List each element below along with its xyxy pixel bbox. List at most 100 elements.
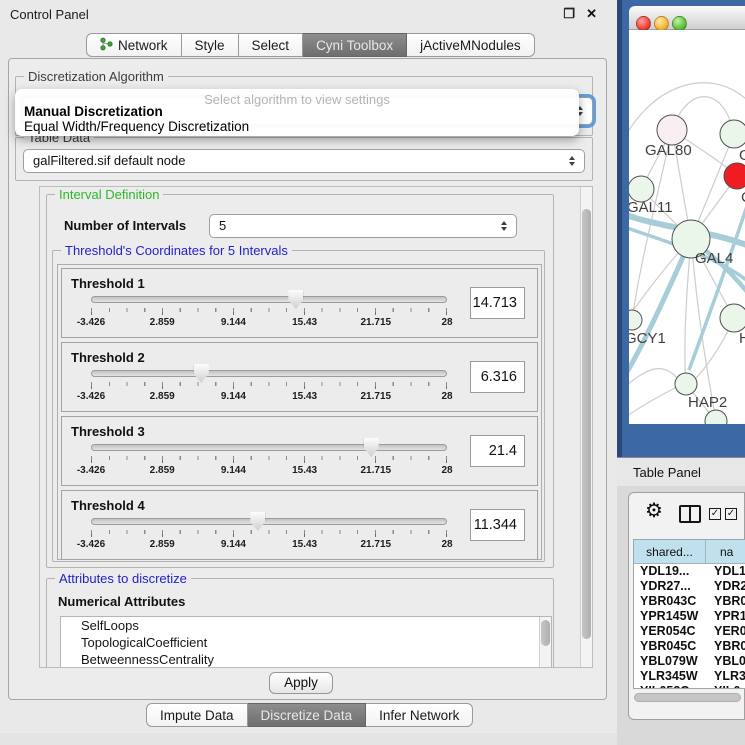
apply-button[interactable]: Apply: [269, 672, 333, 694]
popup-option-equal-width-frequency[interactable]: Equal Width/Frequency Discretization: [24, 119, 249, 134]
table-cell[interactable]: YDR27...: [634, 579, 706, 594]
threshold-value-field[interactable]: 6.316: [470, 361, 525, 393]
numerical-attribute-item[interactable]: TopologicalCoefficient: [61, 634, 551, 651]
table-cell[interactable]: YPR1: [706, 609, 745, 624]
minimize-traffic-light-icon[interactable]: [654, 16, 669, 31]
table-cell[interactable]: YBR0: [706, 639, 745, 654]
combo-arrows-icon: [569, 153, 577, 169]
control-panel-window: Control Panel ❐ ✕ Network Style Select C…: [0, 0, 617, 733]
network-node[interactable]: [724, 163, 745, 189]
zoom-traffic-light-icon[interactable]: [672, 16, 687, 31]
threshold-value-field[interactable]: 21.4: [470, 435, 525, 467]
node-attribute-table[interactable]: shared... na YDL19...YDL1YDR27...YDR2YBR…: [633, 539, 745, 689]
tick-label: 21.715: [361, 539, 392, 550]
tab-style[interactable]: Style: [182, 33, 239, 57]
tab-infer-network[interactable]: Infer Network: [366, 703, 473, 727]
slider-thumb[interactable]: [250, 512, 265, 531]
float-window-icon[interactable]: ❐: [563, 6, 575, 22]
table-row[interactable]: YBR043CYBR0: [634, 594, 745, 609]
table-row[interactable]: YBR045CYBR0: [634, 639, 745, 654]
slider-thumb[interactable]: [288, 290, 303, 309]
checkbox-icon[interactable]: ✓: [709, 508, 721, 520]
table-panel: ⚙ ✓ ✓ shared... na YDL19...YDL1YDR27...Y…: [628, 492, 745, 720]
numerical-attribute-item[interactable]: BetweennessCentrality: [61, 651, 551, 668]
network-node[interactable]: [720, 120, 745, 148]
column-header-name[interactable]: na: [706, 540, 745, 563]
network-node[interactable]: [657, 115, 687, 145]
table-cell[interactable]: YER0: [706, 624, 745, 639]
table-cell[interactable]: YDL1: [706, 564, 745, 579]
table-cell[interactable]: YIL052C: [634, 684, 706, 689]
algorithm-dropdown-popup: Select algorithm to view settings Manual…: [15, 89, 579, 136]
network-node[interactable]: [720, 304, 745, 332]
slider-tick-labels: -3.4262.8599.14415.4321.71528: [91, 539, 447, 551]
table-row[interactable]: YLR345WYLR3: [634, 669, 745, 684]
tick-label: 9.144: [221, 317, 246, 328]
table-cell[interactable]: YBL079W: [634, 654, 706, 669]
threshold-slider[interactable]: [91, 444, 447, 451]
threshold-value-field[interactable]: 11.344: [470, 509, 525, 541]
network-node[interactable]: [629, 310, 642, 330]
network-node[interactable]: [675, 373, 697, 395]
tab-label: Discretize Data: [261, 708, 353, 723]
tab-select[interactable]: Select: [239, 33, 304, 57]
table-row[interactable]: YIL052CYIL0: [634, 684, 745, 689]
table-cell[interactable]: YBR0: [706, 594, 745, 609]
tick-label: 15.43: [292, 391, 317, 402]
slider-thumb[interactable]: [364, 438, 379, 457]
table-cell[interactable]: YLR345W: [634, 669, 706, 684]
network-canvas[interactable]: GAL80GCGAL11GAL4GCY1HHAP2: [629, 30, 745, 424]
slider-thumb[interactable]: [194, 364, 209, 383]
table-data-combobox[interactable]: galFiltered.sif default node: [23, 149, 585, 173]
scrollbar-thumb[interactable]: [582, 209, 591, 639]
table-row[interactable]: YDL19...YDL1: [634, 564, 745, 579]
tab-label: Style: [195, 38, 225, 53]
close-traffic-light-icon[interactable]: [636, 16, 651, 31]
tick-label: 21.715: [361, 465, 392, 476]
table-row[interactable]: YER054CYER0: [634, 624, 745, 639]
column-header-shared-name[interactable]: shared...: [634, 540, 706, 563]
threshold-value-field[interactable]: 14.713: [470, 287, 525, 319]
horizontal-scrollbar[interactable]: [634, 693, 741, 702]
scrollbar-thumb[interactable]: [541, 620, 550, 646]
table-row[interactable]: YBL079WYBL0: [634, 654, 745, 669]
table-row[interactable]: YPR145WYPR1: [634, 609, 745, 624]
table-cell[interactable]: YDL19...: [634, 564, 706, 579]
list-scrollbar[interactable]: [539, 617, 551, 668]
threshold-slider[interactable]: [91, 518, 447, 525]
tick-label: -3.426: [77, 539, 105, 550]
threshold-slider[interactable]: [91, 370, 447, 377]
gear-icon[interactable]: ⚙: [645, 501, 663, 521]
close-window-icon[interactable]: ✕: [586, 6, 597, 22]
table-cell[interactable]: YIL0: [706, 684, 745, 689]
numerical-attribute-item[interactable]: SelfLoops: [61, 617, 551, 634]
threshold-slider[interactable]: [91, 296, 447, 303]
tab-cyni-toolbox[interactable]: Cyni Toolbox: [303, 33, 407, 57]
table-cell[interactable]: YPR145W: [634, 609, 706, 624]
tab-network[interactable]: Network: [86, 33, 182, 57]
node-label: G: [739, 147, 745, 164]
combo-value: 5: [219, 218, 226, 233]
tab-label: Network: [118, 38, 168, 53]
pane-scrollbar[interactable]: [580, 187, 593, 667]
group-title: Attributes to discretize: [55, 571, 191, 586]
tab-impute-data[interactable]: Impute Data: [146, 703, 248, 727]
top-tab-bar: Network Style Select Cyni Toolbox jActiv…: [86, 33, 535, 57]
numerical-attributes-list[interactable]: SelfLoopsTopologicalCoefficientBetweenne…: [60, 616, 552, 668]
table-cell[interactable]: YER054C: [634, 624, 706, 639]
table-cell[interactable]: YBR043C: [634, 594, 706, 609]
table-cell[interactable]: YBL0: [706, 654, 745, 669]
checkbox-icon[interactable]: ✓: [725, 508, 737, 520]
table-cell[interactable]: YBR045C: [634, 639, 706, 654]
tab-discretize-data[interactable]: Discretize Data: [248, 703, 367, 727]
tick-label: 2.859: [150, 391, 175, 402]
node-label: GAL80: [645, 142, 692, 159]
table-row[interactable]: YDR27...YDR2: [634, 579, 745, 594]
popup-option-manual-discretization[interactable]: Manual Discretization: [24, 104, 163, 119]
table-cell[interactable]: YDR2: [706, 579, 745, 594]
table-cell[interactable]: YLR3: [706, 669, 745, 684]
tab-label: Cyni Toolbox: [316, 38, 393, 53]
split-view-icon[interactable]: [679, 505, 701, 523]
tab-jactivemnodules[interactable]: jActiveMNodules: [407, 33, 535, 57]
number-of-intervals-combobox[interactable]: 5: [209, 214, 517, 238]
